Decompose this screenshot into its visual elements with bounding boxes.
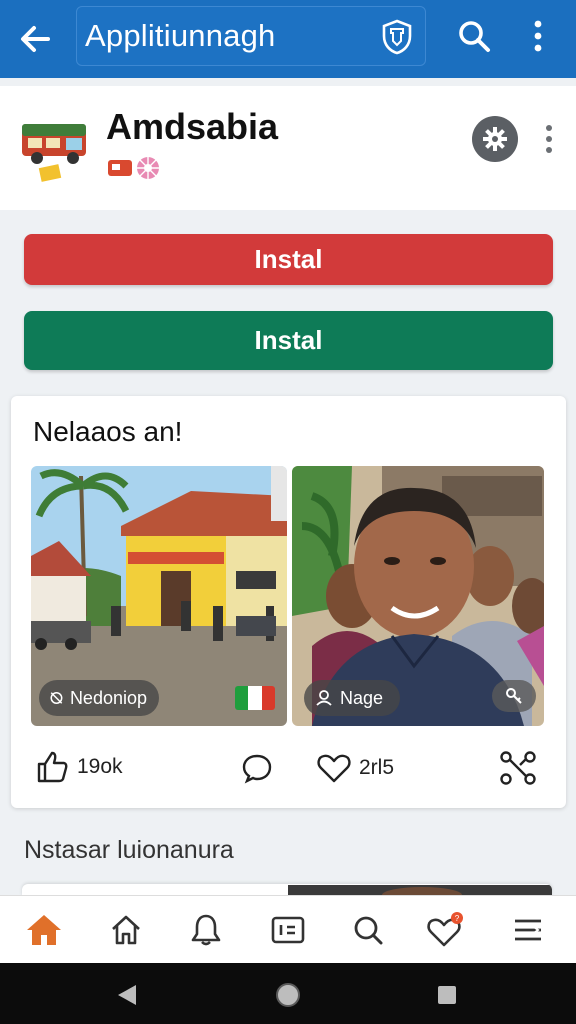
photo-smiling-man[interactable]: Nage (292, 466, 544, 726)
share-button[interactable] (499, 750, 537, 786)
photo-chip-left-label: Nedoniop (69, 687, 147, 708)
header-more-icon[interactable] (540, 122, 558, 156)
like-button[interactable]: 19ok (35, 750, 123, 784)
gear-icon (483, 127, 507, 151)
people-icon (316, 690, 332, 706)
thumbs-up-icon (37, 751, 68, 783)
back-arrow-icon[interactable] (0, 0, 70, 78)
bottom-navigation: ? (0, 895, 576, 963)
like-count: 19ok (77, 755, 123, 778)
comment-icon (242, 754, 272, 784)
comment-button[interactable] (241, 752, 273, 784)
badge-icons (106, 154, 166, 182)
flag-icon (235, 686, 275, 710)
post-title: Nelaaos an! (33, 416, 183, 447)
shield-icon[interactable] (381, 19, 413, 55)
heart-count: 2rl5 (359, 756, 395, 779)
more-vert-icon[interactable] (526, 16, 550, 56)
post-actions: 19ok 2rl5 (11, 746, 566, 790)
heart-icon (317, 754, 351, 783)
system-home-icon[interactable] (276, 983, 300, 1007)
home-icon[interactable] (106, 910, 146, 950)
top-app-bar: Applitiunnagh (0, 0, 576, 78)
system-back-icon[interactable] (118, 985, 136, 1005)
share-nodes-icon (500, 751, 536, 785)
truck-logo-icon (20, 114, 94, 184)
app-header: Amdsabia (0, 86, 576, 210)
search-icon[interactable] (456, 18, 492, 54)
system-navigation-bar (0, 963, 576, 1024)
system-recents-icon[interactable] (438, 986, 456, 1004)
key-icon[interactable] (492, 680, 536, 712)
bell-icon[interactable] (186, 910, 226, 950)
install-button-secondary[interactable]: Instal (24, 311, 553, 370)
photo-chip-left[interactable]: Nedoniop (39, 680, 159, 716)
post-card: Nelaaos an! Nedoniop Nage 19ok 2rl5 (11, 396, 566, 808)
heart-badge-icon[interactable]: ? (426, 910, 466, 950)
heart-button[interactable]: 2rl5 (317, 752, 394, 784)
photo-chip-right-label: Nage (340, 687, 384, 708)
link-off-icon (50, 692, 63, 704)
photo-chip-right[interactable]: Nage (304, 680, 400, 716)
media-icon[interactable] (268, 910, 308, 950)
settings-gear-button[interactable] (472, 116, 518, 162)
app-name: Amdsabia (106, 106, 279, 147)
app-title-box[interactable]: Applitiunnagh (76, 6, 426, 66)
search-icon[interactable] (348, 910, 388, 950)
svg-text:?: ? (455, 914, 460, 923)
photo-village-school[interactable]: Nedoniop (31, 466, 287, 726)
install-button-primary[interactable]: Instal (24, 234, 553, 285)
menu-icon[interactable] (508, 910, 548, 950)
home-icon-active[interactable] (24, 910, 64, 950)
section-title: Nstasar luionanura (24, 836, 234, 864)
app-title: Applitiunnagh (85, 18, 276, 53)
